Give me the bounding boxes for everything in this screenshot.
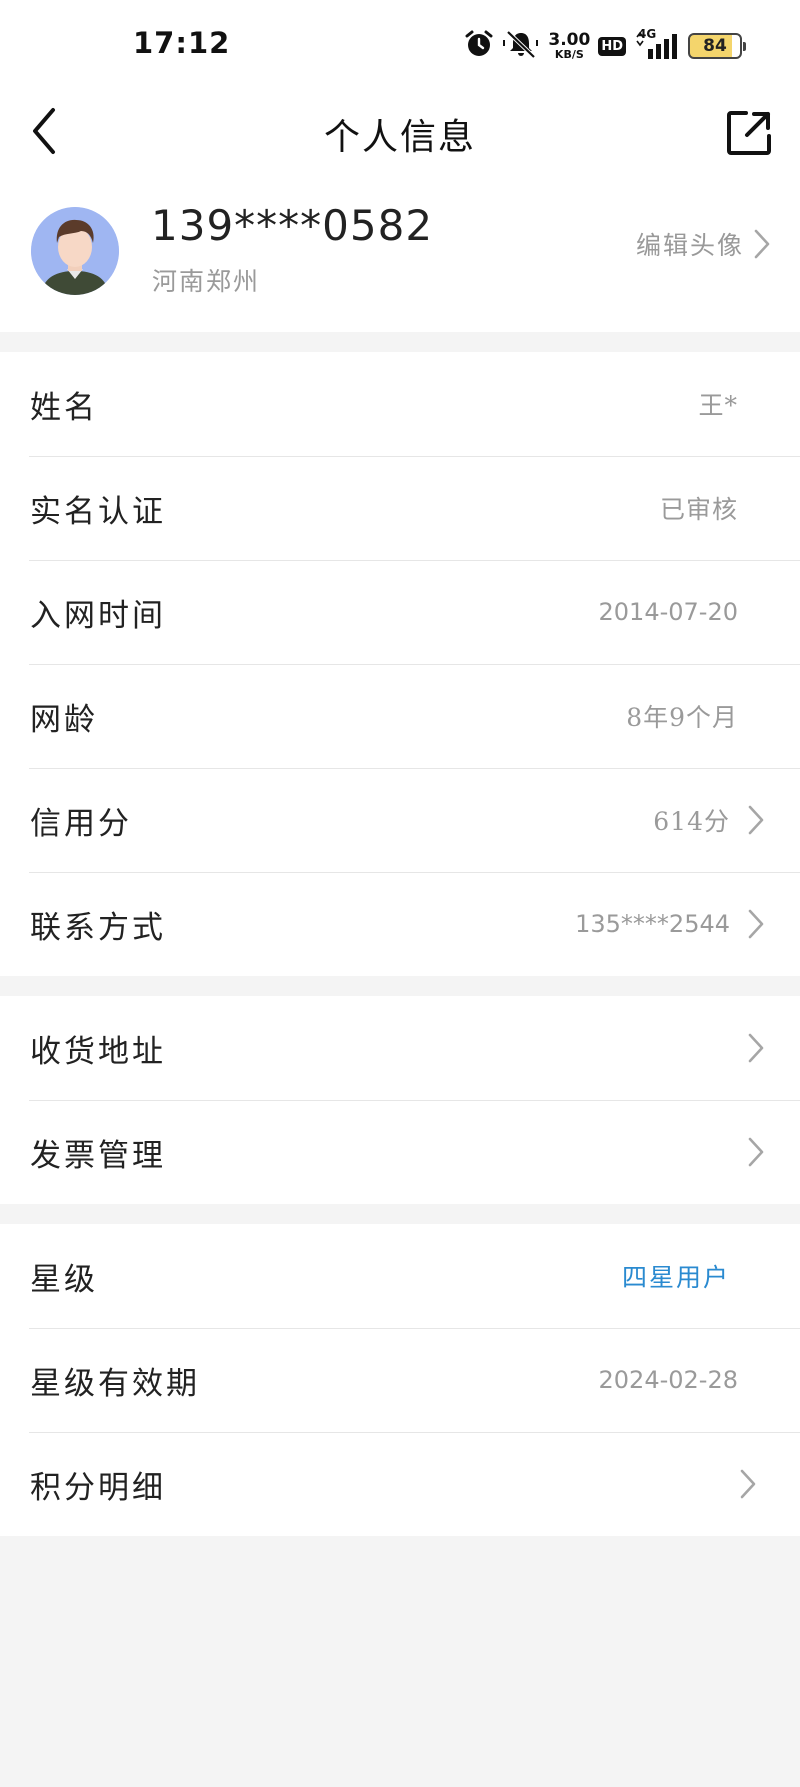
star-group: 星级 四星用户 星级有效期 2024-02-28 积分明细 [0, 1224, 800, 1536]
chevron-right-icon [748, 909, 764, 939]
edit-avatar-button[interactable]: 编辑头像 [636, 226, 770, 262]
row-label: 网龄 [30, 701, 98, 738]
row-credit-score[interactable]: 信用分 614分 [0, 768, 800, 872]
chevron-right-icon [748, 805, 764, 835]
row-name: 姓名 王* [0, 352, 800, 456]
row-shipping-address[interactable]: 收货地址 [0, 996, 800, 1100]
hd-badge: HD [598, 36, 626, 56]
header-area: 17:12 3.00 KB/S HD 4G 84 个人信息 139****058… [0, 0, 800, 332]
star-level-value: 四星用户 [621, 1263, 730, 1292]
phone-number: 139****0582 [151, 201, 434, 250]
battery-indicator: 84 [688, 33, 746, 59]
speed-unit: KB/S [554, 48, 584, 61]
status-icons: 3.00 KB/S HD 4G 84 [464, 27, 746, 64]
signal-icon: 4G [634, 27, 680, 61]
address-group: 收货地址 发票管理 [0, 996, 800, 1204]
row-join-date: 入网时间 2014-07-20 [0, 560, 800, 664]
row-invoice-management[interactable]: 发票管理 [0, 1100, 800, 1204]
chevron-right-icon [740, 1469, 756, 1499]
row-real-name-auth: 实名认证 已审核 [0, 456, 800, 560]
row-label: 入网时间 [30, 597, 166, 634]
row-label: 联系方式 [30, 909, 166, 946]
status-bar: 17:12 3.00 KB/S HD 4G 84 [0, 0, 800, 92]
network-speed: 3.00 KB/S [548, 30, 591, 61]
section-divider [0, 976, 800, 996]
mute-icon [502, 29, 540, 63]
row-label: 发票管理 [30, 1137, 166, 1174]
row-value: 已审核 [659, 495, 738, 524]
avatar[interactable] [31, 207, 119, 295]
profile-card: 139****0582 河南郑州 编辑头像 [0, 170, 800, 332]
row-label: 积分明细 [30, 1469, 166, 1506]
row-contact[interactable]: 联系方式 135****2544 [0, 872, 800, 976]
row-value: 2024-02-28 [598, 1366, 738, 1394]
row-value: 8年9个月 [626, 703, 738, 732]
avatar-image [31, 207, 119, 295]
row-value: 王* [698, 391, 738, 420]
chevron-right-icon [754, 229, 770, 259]
row-network-age: 网龄 8年9个月 [0, 664, 800, 768]
row-points-detail[interactable]: 积分明细 [0, 1432, 800, 1536]
share-button[interactable] [724, 108, 774, 158]
alarm-icon [464, 29, 494, 63]
chevron-right-icon [748, 1033, 764, 1063]
location: 河南郑州 [152, 267, 261, 296]
section-divider [0, 1204, 800, 1224]
row-star-level: 星级 四星用户 [0, 1224, 800, 1328]
speed-value: 3.00 [548, 30, 591, 50]
info-group: 姓名 王* 实名认证 已审核 入网时间 2014-07-20 网龄 8年9个月 … [0, 352, 800, 976]
chevron-right-icon [748, 1137, 764, 1167]
nav-bar: 个人信息 [0, 92, 800, 170]
row-label: 实名认证 [30, 493, 166, 530]
row-label: 收货地址 [30, 1033, 166, 1070]
row-value: 2014-07-20 [598, 598, 738, 626]
network-type: 4G [638, 27, 657, 41]
row-label: 星级 [30, 1261, 98, 1298]
row-value: 135****2544 [575, 910, 730, 938]
share-icon [727, 111, 771, 155]
row-label: 信用分 [30, 805, 132, 842]
page-title: 个人信息 [323, 117, 476, 158]
battery-level: 84 [703, 36, 727, 56]
row-value: 614分 [653, 807, 730, 836]
status-time: 17:12 [133, 26, 231, 60]
row-label: 星级有效期 [30, 1365, 200, 1402]
row-star-validity: 星级有效期 2024-02-28 [0, 1328, 800, 1432]
section-divider [0, 332, 800, 352]
row-label: 姓名 [30, 389, 98, 426]
edit-avatar-label: 编辑头像 [635, 231, 744, 260]
